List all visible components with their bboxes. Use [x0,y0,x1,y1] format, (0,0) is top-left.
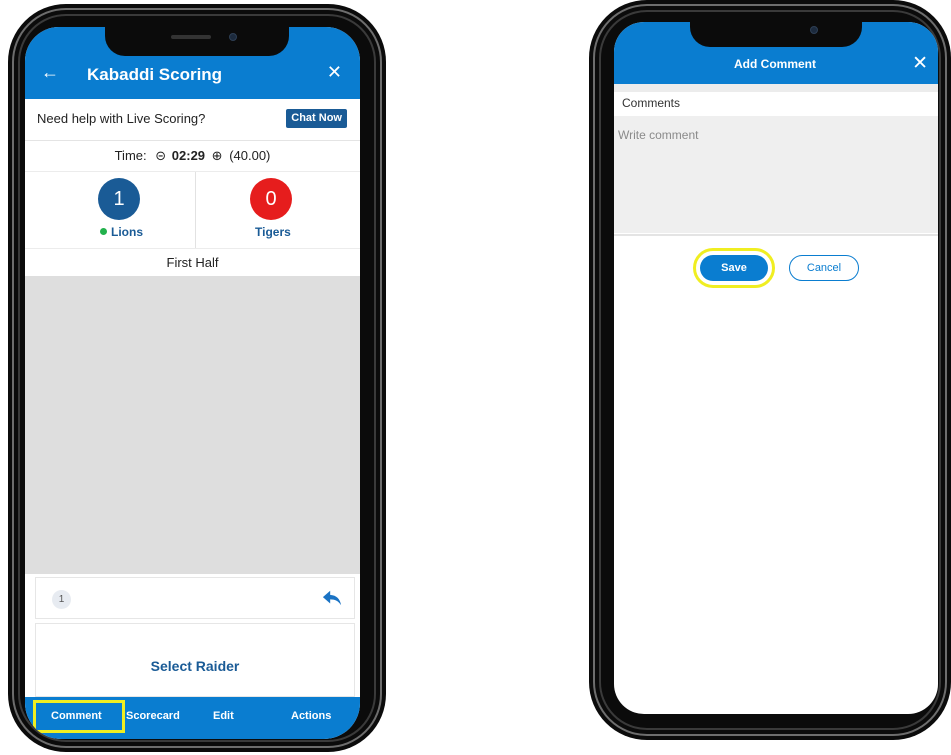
comment-input[interactable] [614,116,938,233]
period-label: First Half [166,255,219,270]
dialog-title: Add Comment [734,57,816,71]
team-label: Lions [111,225,143,239]
close-icon[interactable]: ✕ [912,54,928,73]
nav-comment[interactable]: Comment [51,710,102,722]
arrow-left-icon[interactable]: ← [41,63,59,81]
help-banner: Need help with Live Scoring? Chat Now [25,99,360,141]
lions-score-badge[interactable]: 1 [98,178,140,220]
event-count-badge: 1 [52,590,71,609]
time-label: Time: [114,148,147,163]
nav-edit[interactable]: Edit [213,710,234,722]
team-divider [195,172,196,248]
duration-value: (40.00) [229,148,271,163]
team-name-tigers[interactable]: Tigers [255,225,291,239]
undo-icon[interactable] [321,588,343,608]
minus-circle-icon[interactable]: ⊝ [155,148,166,163]
raider-selection-panel[interactable]: Select Raider [35,623,355,697]
nav-scorecard[interactable]: Scorecard [126,710,180,722]
phone-notch-right [690,21,862,47]
tigers-score-badge[interactable]: 0 [250,178,292,220]
close-icon[interactable]: ✕ [327,63,342,81]
court-area [25,276,360,574]
time-value: 02:29 [171,148,206,163]
help-text: Need help with Live Scoring? [37,111,206,126]
chat-now-button[interactable]: Chat Now [286,109,347,128]
cancel-button[interactable]: Cancel [789,255,859,281]
event-history-bar: 1 [35,577,355,619]
team-name-lions[interactable]: Lions [100,225,143,239]
team-scores: 1 Lions 0 Tigers [25,171,360,249]
camera-icon [810,26,818,34]
phone-notch-left [105,26,289,56]
header-divider [614,84,938,92]
camera-icon [229,33,237,41]
select-raider-prompt[interactable]: Select Raider [36,658,354,674]
save-button[interactable]: Save [700,255,768,281]
nav-actions[interactable]: Actions [291,710,331,722]
bottom-nav: Comment Scorecard Edit Actions [25,697,360,739]
plus-circle-icon[interactable]: ⊕ [212,148,223,163]
comments-label: Comments [622,96,681,110]
active-team-dot-icon [100,228,107,235]
kabaddi-scoring-screen: ← Kabaddi Scoring ✕ Need help with Live … [25,27,360,739]
page-title: Kabaddi Scoring [87,65,223,84]
timer-row: Time: ⊝ 02:29 ⊕ (40.00) [25,141,360,171]
speaker-grille [171,35,211,39]
add-comment-screen: Add Comment ✕ Comments Save Cancel [614,22,938,714]
divider [614,234,938,236]
